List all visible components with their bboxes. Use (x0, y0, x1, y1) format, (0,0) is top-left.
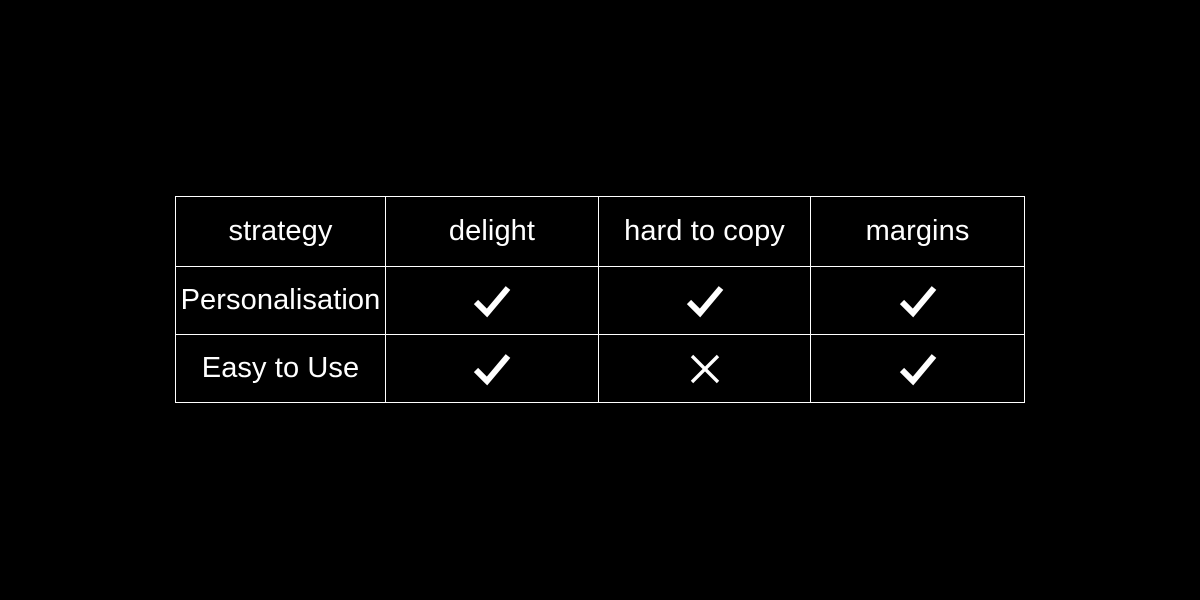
column-header-delight: delight (385, 196, 599, 267)
cell-personalisation-margins (810, 266, 1025, 335)
table-body: Personalisation Easy to Use (175, 266, 1025, 403)
strategy-comparison-table: strategy delight hard to copy margins Pe… (175, 196, 1025, 403)
cross-icon (683, 347, 727, 391)
table-header-row: strategy delight hard to copy margins (175, 196, 1025, 267)
column-header-margins-label: margins (865, 215, 970, 247)
table-header: strategy delight hard to copy margins (175, 196, 1025, 267)
check-icon (896, 347, 940, 391)
slide-canvas: strategy delight hard to copy margins Pe… (0, 0, 1200, 600)
cell-easy-to-use-hard-to-copy (598, 334, 811, 403)
cell-personalisation-hard-to-copy (598, 266, 811, 335)
check-icon (683, 279, 727, 323)
row-label-personalisation: Personalisation (175, 266, 386, 335)
table-row: Easy to Use (175, 334, 1025, 403)
column-header-hard-to-copy: hard to copy (598, 196, 811, 267)
column-header-strategy-label: strategy (228, 215, 333, 247)
cell-easy-to-use-delight (385, 334, 599, 403)
row-label-easy-to-use: Easy to Use (175, 334, 386, 403)
column-header-margins: margins (810, 196, 1025, 267)
row-label-text: Personalisation (180, 284, 381, 316)
column-header-strategy: strategy (175, 196, 386, 267)
check-icon (470, 279, 514, 323)
cell-easy-to-use-margins (810, 334, 1025, 403)
check-icon (896, 279, 940, 323)
check-icon (470, 347, 514, 391)
column-header-hard-to-copy-label: hard to copy (624, 215, 785, 247)
column-header-delight-label: delight (448, 215, 536, 247)
cell-personalisation-delight (385, 266, 599, 335)
table-row: Personalisation (175, 266, 1025, 335)
row-label-text: Easy to Use (201, 352, 360, 384)
